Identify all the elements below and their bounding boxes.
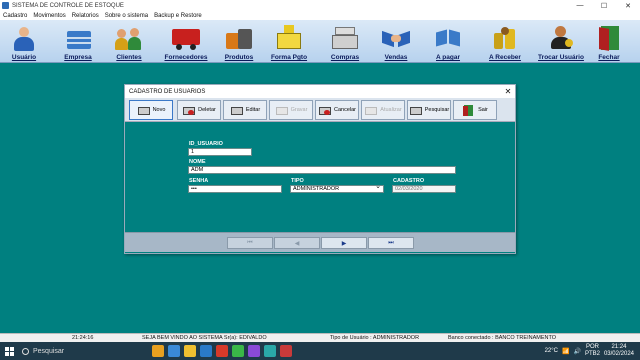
status-user-type: Tipo de Usuário : ADMINISTRADOR bbox=[330, 335, 420, 341]
printer-search-icon bbox=[409, 104, 423, 116]
toolbar-a-pagar-button[interactable]: A pagar bbox=[428, 20, 468, 63]
payment-icon bbox=[275, 25, 303, 51]
clients-icon bbox=[115, 25, 143, 51]
payable-icon bbox=[434, 25, 462, 51]
toolbar-fechar-button[interactable]: Fechar bbox=[590, 20, 628, 63]
weather-temp[interactable]: 22°C bbox=[545, 348, 558, 354]
taskbar-search[interactable]: Pesquisar bbox=[22, 345, 122, 358]
app-icon bbox=[2, 2, 9, 9]
record-navigator: ⏮ ◀ ▶ ⏭ bbox=[125, 232, 515, 252]
menu-movimentos[interactable]: Movimentos bbox=[33, 13, 65, 19]
window-title: SISTEMA DE CONTROLE DE ESTOQUE bbox=[12, 2, 124, 9]
taskbar-app-icon[interactable] bbox=[168, 345, 180, 357]
nome-field[interactable]: ADM bbox=[188, 166, 456, 174]
menu-sobre[interactable]: Sobre o sistema bbox=[105, 13, 148, 19]
language-indicator[interactable]: POR PTB2 bbox=[585, 344, 600, 358]
windows-taskbar: Pesquisar 22°C 📶 🔊 POR PTB2 21:24 03/02/… bbox=[0, 342, 640, 360]
status-bar: 21:24:16 SEJA BEM VINDO AO SISTEMA Sr(a)… bbox=[0, 333, 640, 342]
taskbar-app-icon[interactable] bbox=[280, 345, 292, 357]
toolbar-vendas-button[interactable]: Vendas bbox=[378, 20, 414, 63]
last-record-button[interactable]: ⏭ bbox=[368, 237, 414, 249]
main-toolbar: Usuário Empresa Clientes Fornecedores Pr… bbox=[0, 20, 640, 63]
menu-relatorios[interactable]: Relatorios bbox=[72, 13, 99, 19]
taskbar-app-icon[interactable] bbox=[248, 345, 260, 357]
toolbar-empresa-button[interactable]: Empresa bbox=[56, 20, 100, 63]
toolbar-compras-button[interactable]: Compras bbox=[326, 20, 364, 63]
folder-icon[interactable] bbox=[184, 345, 196, 357]
coins-icon bbox=[491, 25, 519, 51]
sair-button[interactable]: Sair bbox=[453, 100, 497, 120]
printer-delete-icon bbox=[182, 104, 196, 116]
toolbar-trocar-usuario-button[interactable]: Trocar Usuário bbox=[535, 20, 587, 63]
system-tray: 22°C 📶 🔊 POR PTB2 21:24 03/02/2024 bbox=[545, 344, 640, 358]
tipo-label: TIPO bbox=[291, 178, 304, 184]
volume-icon[interactable]: 🔊 bbox=[573, 348, 580, 355]
toolbar-forma-pgto-button[interactable]: Forma Pgto bbox=[268, 20, 310, 63]
atualizar-button[interactable]: Atualizar bbox=[361, 100, 405, 120]
menu-cadastro[interactable]: Cadastro bbox=[3, 13, 27, 19]
cadastro-field: 02/03/2020 bbox=[392, 185, 456, 193]
taskbar-app-icon[interactable] bbox=[152, 345, 164, 357]
novo-button[interactable]: Novo bbox=[129, 100, 173, 120]
menu-bar: Cadastro Movimentos Relatorios Sobre o s… bbox=[0, 11, 640, 20]
status-database: Banco conectado : BANCO TREINAMENTO bbox=[448, 335, 557, 341]
close-button[interactable]: ✕ bbox=[616, 0, 640, 11]
printer-new-icon bbox=[137, 104, 151, 116]
taskbar-apps bbox=[152, 345, 292, 357]
dialog-close-button[interactable]: ✕ bbox=[501, 87, 515, 96]
search-icon bbox=[22, 347, 29, 355]
exit-door-icon bbox=[462, 104, 476, 116]
pesquisar-button[interactable]: Pesquisar bbox=[407, 100, 451, 120]
menu-backup[interactable]: Backup e Restore bbox=[154, 13, 202, 19]
taskbar-app-icon[interactable] bbox=[232, 345, 244, 357]
cadastro-label: CADASTRO bbox=[393, 178, 425, 184]
id-usuario-field[interactable]: 1 bbox=[188, 148, 252, 156]
id-usuario-label: ID_USUARIO bbox=[189, 141, 223, 147]
first-record-button[interactable]: ⏮ bbox=[227, 237, 273, 249]
building-icon bbox=[64, 25, 92, 51]
cash-register-icon bbox=[331, 25, 359, 51]
gravar-button[interactable]: Gravar bbox=[269, 100, 313, 120]
next-record-button[interactable]: ▶ bbox=[321, 237, 367, 249]
cancelar-button[interactable]: Cancelar bbox=[315, 100, 359, 120]
truck-icon bbox=[170, 25, 202, 51]
senha-field[interactable]: ••• bbox=[188, 185, 282, 193]
handshake-icon bbox=[382, 25, 410, 51]
printer-edit-icon bbox=[230, 104, 244, 116]
prev-record-button[interactable]: ◀ bbox=[274, 237, 320, 249]
user-icon bbox=[10, 25, 38, 51]
toolbar-clientes-button[interactable]: Clientes bbox=[109, 20, 149, 63]
products-icon bbox=[225, 25, 253, 51]
dialog-toolbar: Novo Deletar Editar Gravar Cancelar Atua… bbox=[125, 98, 515, 122]
save-icon bbox=[275, 104, 289, 116]
tipo-select[interactable]: ADMINISTRADOR bbox=[290, 184, 384, 193]
toolbar-produtos-button[interactable]: Produtos bbox=[220, 20, 258, 63]
exit-door-icon bbox=[595, 25, 623, 51]
toolbar-usuario-button[interactable]: Usuário bbox=[4, 20, 44, 63]
editar-button[interactable]: Editar bbox=[223, 100, 267, 120]
taskbar-clock[interactable]: 21:24 03/02/2024 bbox=[604, 344, 634, 358]
windows-logo-icon bbox=[4, 346, 14, 356]
switch-user-icon bbox=[547, 25, 575, 51]
window-title-bar: SISTEMA DE CONTROLE DE ESTOQUE — ☐ ✕ bbox=[0, 0, 640, 11]
toolbar-a-receber-button[interactable]: A Receber bbox=[484, 20, 526, 63]
minimize-button[interactable]: — bbox=[568, 0, 592, 11]
nome-label: NOME bbox=[189, 159, 206, 165]
status-time: 21:24:16 bbox=[72, 335, 94, 341]
taskbar-app-icon[interactable] bbox=[216, 345, 228, 357]
toolbar-fornecedores-button[interactable]: Fornecedores bbox=[161, 20, 211, 63]
dialog-title-bar: CADASTRO DE USUARIOS ✕ bbox=[125, 85, 515, 98]
printer-cancel-icon bbox=[318, 104, 332, 116]
senha-label: SENHA bbox=[189, 178, 209, 184]
refresh-icon bbox=[364, 104, 378, 116]
start-button[interactable] bbox=[0, 342, 18, 360]
dialog-title: CADASTRO DE USUARIOS bbox=[129, 88, 206, 95]
deletar-button[interactable]: Deletar bbox=[177, 100, 221, 120]
wifi-icon[interactable]: 📶 bbox=[562, 348, 569, 355]
maximize-button[interactable]: ☐ bbox=[592, 0, 616, 11]
taskbar-app-icon[interactable] bbox=[264, 345, 276, 357]
cadastro-usuarios-dialog: CADASTRO DE USUARIOS ✕ Novo Deletar Edit… bbox=[124, 84, 516, 254]
edge-icon[interactable] bbox=[200, 345, 212, 357]
status-welcome: SEJA BEM VINDO AO SISTEMA Sr(a): EDIVALD… bbox=[142, 335, 267, 341]
